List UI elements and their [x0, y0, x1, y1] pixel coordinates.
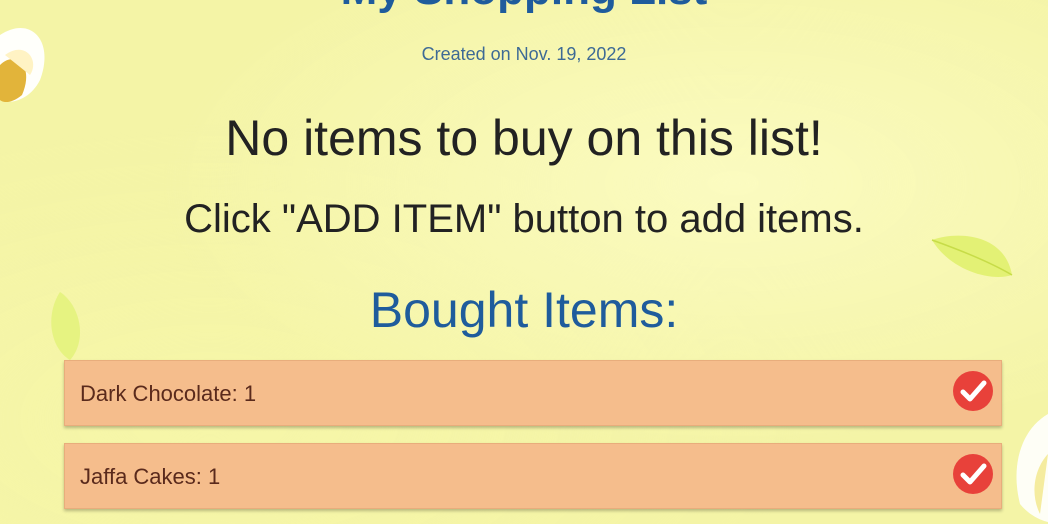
bought-item-label: Jaffa Cakes: 1 [80, 464, 221, 489]
bought-items-heading: Bought Items: [369, 282, 679, 338]
flower-decoration [0, 27, 45, 103]
flower-decoration-right [1016, 414, 1048, 522]
check-circle-icon[interactable] [953, 454, 993, 494]
page-title: My Shopping List [0, 0, 1048, 12]
bought-item-label: Dark Chocolate: 1 [80, 381, 257, 406]
bought-item: Jaffa Cakes: 1 [64, 443, 1002, 509]
created-date: Created on Nov. 19, 2022 [421, 44, 627, 64]
bought-item: Dark Chocolate: 1 [64, 360, 1002, 426]
check-circle-icon[interactable] [953, 371, 993, 411]
add-item-hint: Click "ADD ITEM" button to add items. [184, 197, 864, 241]
empty-list-message: No items to buy on this list! [225, 110, 823, 166]
